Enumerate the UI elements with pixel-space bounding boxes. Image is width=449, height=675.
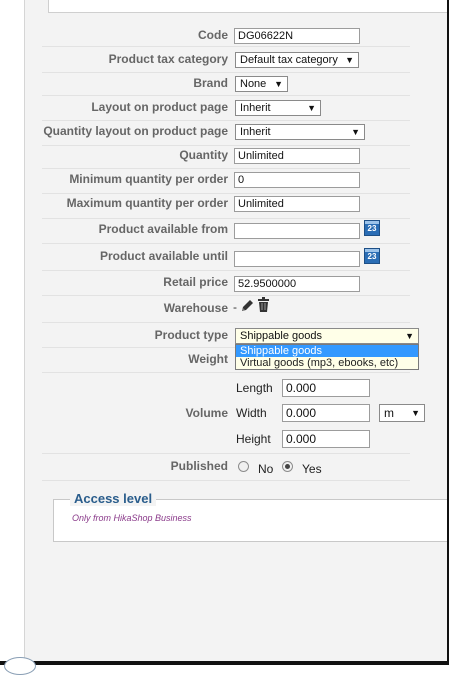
chevron-down-icon: ▼ [351,127,360,137]
product-type-select[interactable]: Shippable goods ▼ [235,328,419,344]
chevron-down-icon: ▼ [405,331,414,341]
max-qty-input[interactable]: Unlimited [234,196,360,212]
published-yes-label: Yes [302,462,322,476]
brand-select-value: None [240,78,267,90]
trash-icon[interactable] [257,297,270,313]
length-input[interactable]: 0.000 [282,379,370,397]
qty-layout-select-value: Inherit [240,126,271,138]
product-edit-page: Code DG06622N Product tax category Defau… [0,0,449,675]
row-warehouse: Warehouse [42,296,410,323]
window-bottom-border [0,661,449,665]
chevron-down-icon: ▼ [307,103,316,113]
height-label: Height [236,432,271,446]
row-brand: Brand [42,73,410,96]
avail-from-input[interactable] [234,223,360,239]
layout-label: Layout on product page [91,100,228,114]
max-qty-label: Maximum quantity per order [66,196,228,210]
volume-unit-select[interactable]: m ▼ [379,404,425,422]
warehouse-value: - [233,300,237,314]
min-qty-input[interactable]: 0 [234,172,360,188]
edit-icon[interactable] [240,298,255,313]
window-corner-bubble [4,657,36,675]
product-type-option-virtual[interactable]: Virtual goods (mp3, ebooks, etc) [236,357,418,369]
width-label: Width [236,406,267,420]
access-level-title: Access level [70,491,157,506]
chevron-down-icon: ▼ [345,55,354,65]
published-yes-radio[interactable] [282,461,293,472]
warehouse-label: Warehouse [163,301,228,315]
row-layout: Layout on product page [42,96,410,121]
retail-price-input[interactable]: 52.9500000 [234,276,360,292]
product-type-label: Product type [154,328,228,342]
width-input[interactable]: 0.000 [282,404,370,422]
tax-label: Product tax category [108,52,228,66]
calendar-icon[interactable]: 23 [364,248,380,264]
published-no-radio[interactable] [238,461,249,472]
layout-select-value: Inherit [240,102,271,114]
calendar-icon-text: 23 [367,252,377,261]
row-published: Published [42,454,410,481]
layout-select[interactable]: Inherit ▼ [235,100,321,116]
qty-layout-label: Quantity layout on product page [43,124,228,138]
calendar-icon-text: 23 [367,224,377,233]
product-type-option-shippable[interactable]: Shippable goods [236,345,418,357]
chevron-down-icon: ▼ [411,408,420,418]
published-label: Published [170,459,228,473]
tax-select[interactable]: Default tax category ▼ [235,52,359,68]
length-label: Length [236,381,273,395]
calendar-icon[interactable]: 23 [364,220,380,236]
product-type-select-value: Shippable goods [240,330,322,342]
published-no-label: No [258,462,274,476]
weight-label: Weight [188,352,228,366]
brand-label: Brand [193,76,228,90]
retail-price-label: Retail price [163,275,228,289]
avail-until-label: Product available until [99,249,228,263]
quantity-input[interactable]: Unlimited [234,148,360,164]
tax-select-value: Default tax category [240,54,338,66]
height-input[interactable]: 0.000 [282,430,370,448]
quantity-label: Quantity [179,148,228,162]
product-type-dropdown-list: Shippable goods Virtual goods (mp3, eboo… [235,344,419,370]
qty-layout-select[interactable]: Inherit ▼ [235,124,365,140]
left-panel-edge [0,0,25,665]
top-panel-box [48,0,449,13]
access-level-note: Only from HikaShop Business [72,513,192,523]
avail-from-label: Product available from [98,222,228,236]
chevron-down-icon: ▼ [274,79,283,89]
volume-unit-value: m [384,406,394,420]
min-qty-label: Minimum quantity per order [69,172,228,186]
volume-label: Volume [185,406,228,420]
avail-until-input[interactable] [234,251,360,267]
code-input[interactable]: DG06622N [234,28,360,44]
brand-select[interactable]: None ▼ [235,76,288,92]
code-label: Code [198,28,228,42]
